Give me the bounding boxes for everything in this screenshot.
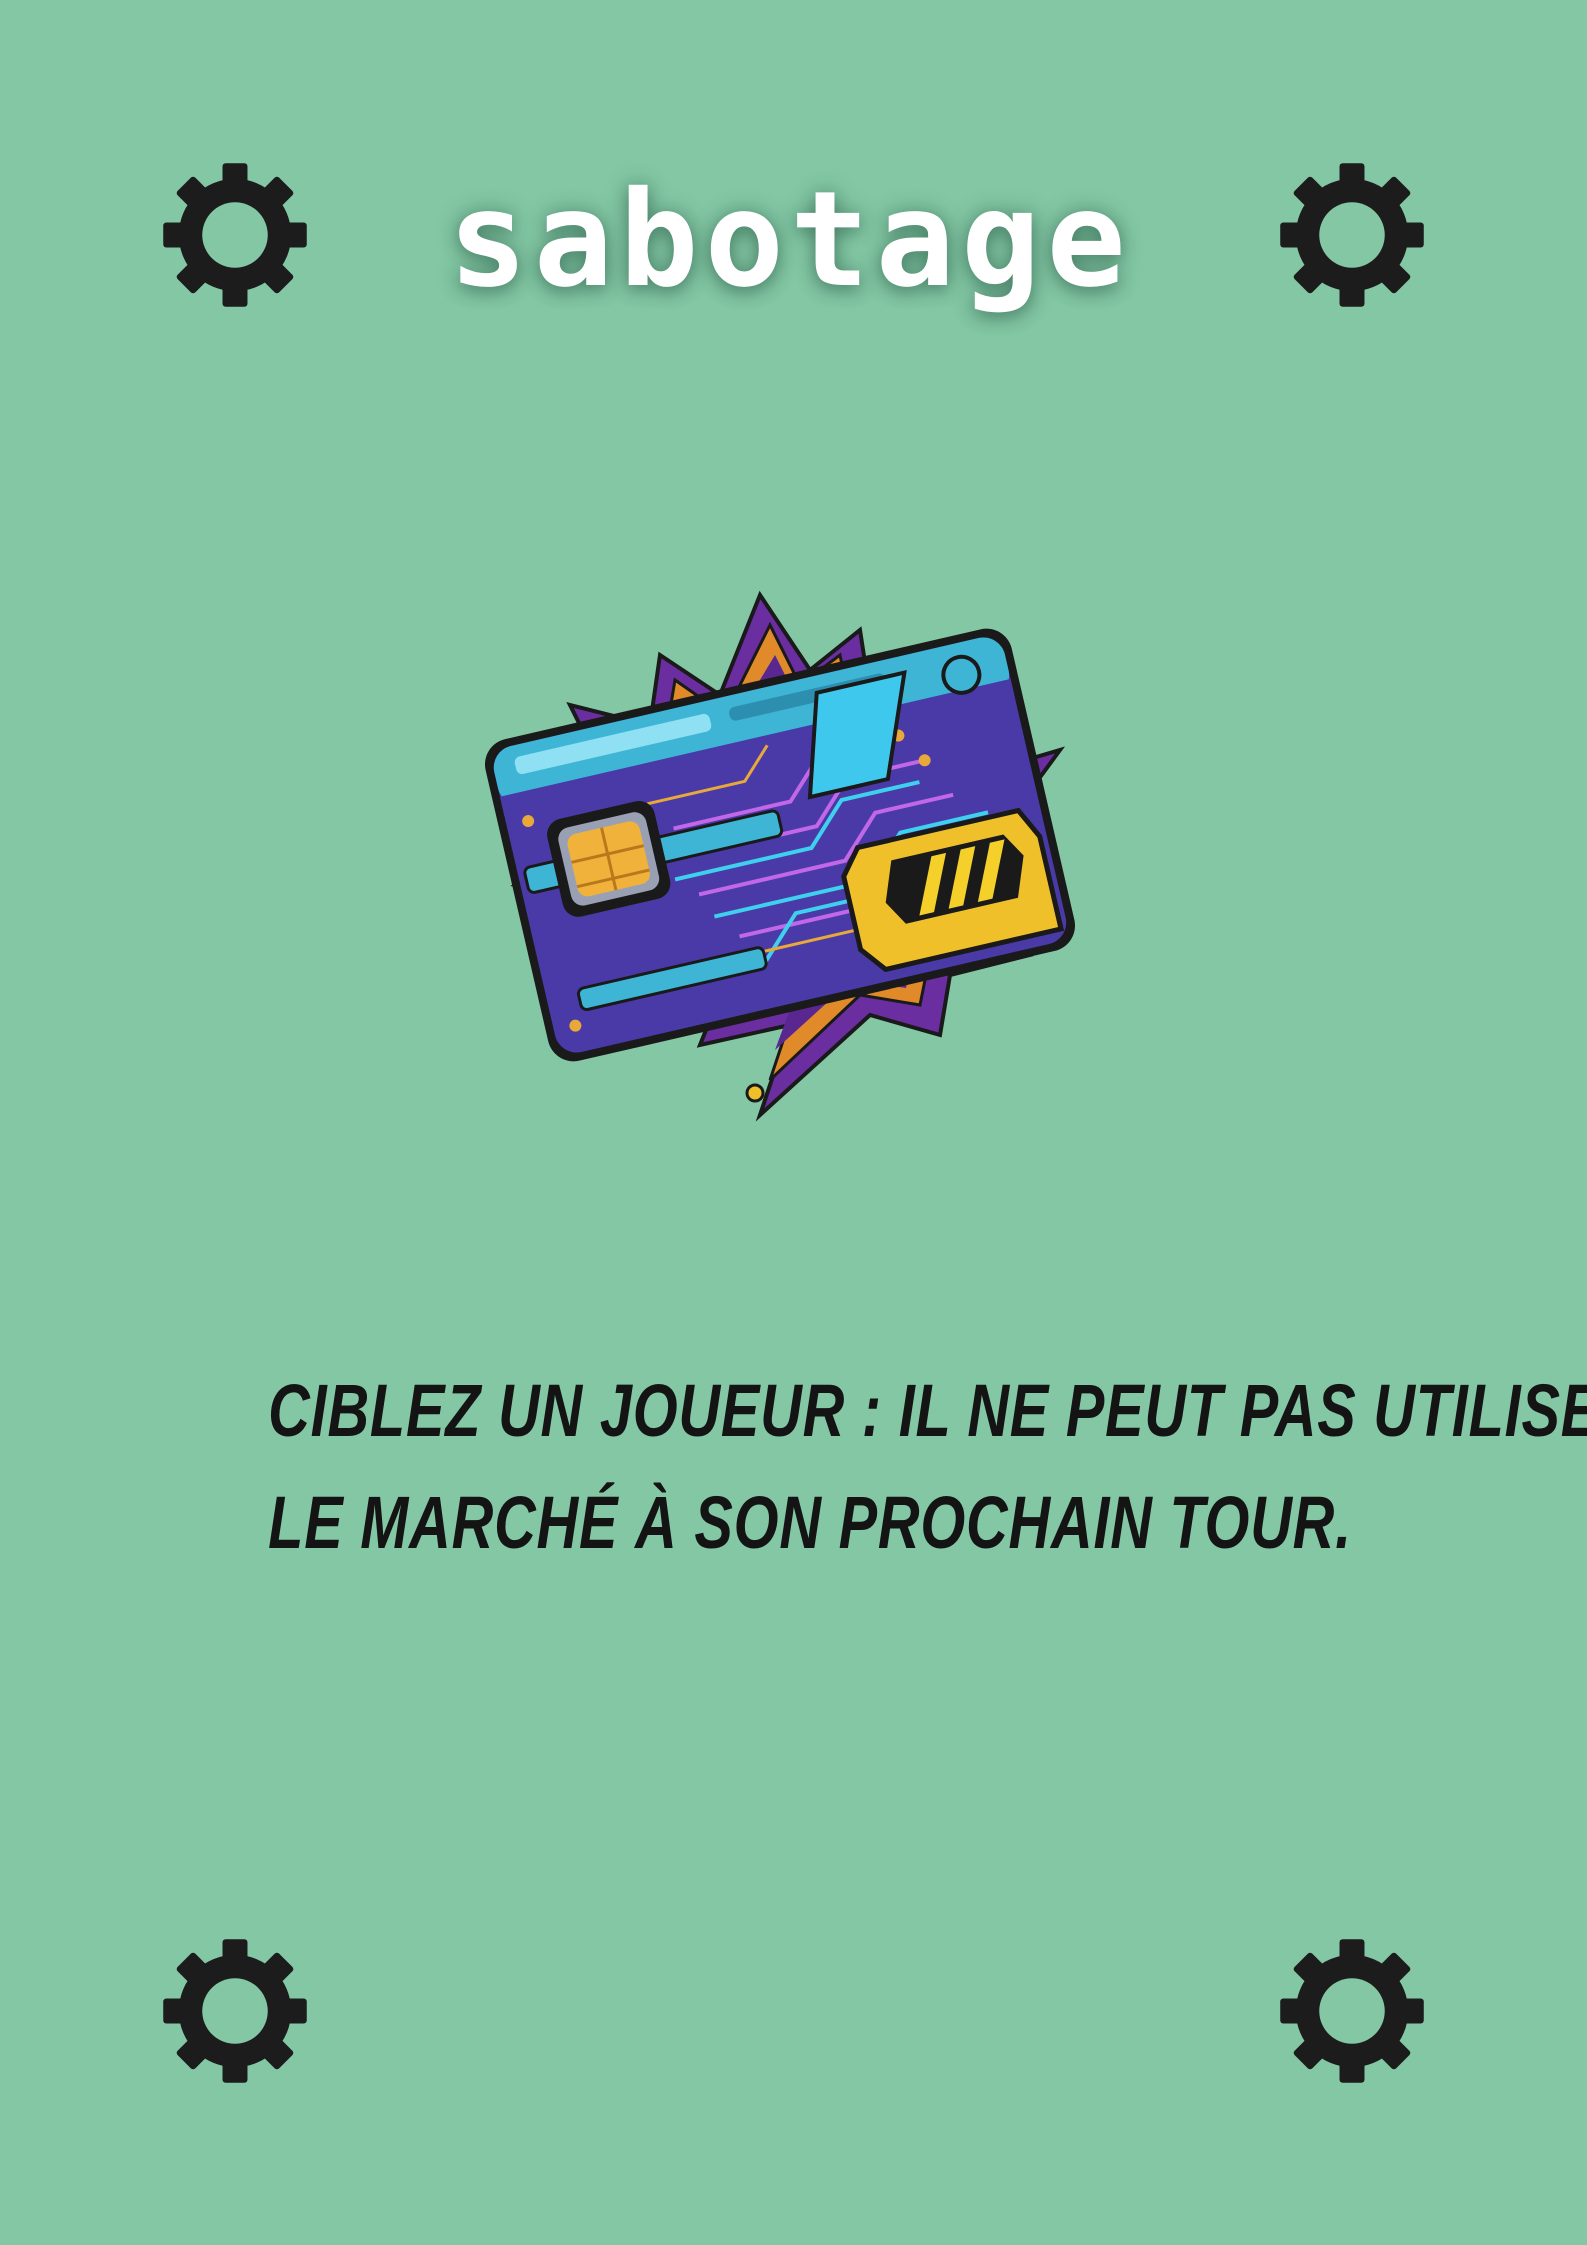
ability-line: CIBLEZ UN JOUEUR : IL NE PEUT PAS UTILIS… bbox=[268, 1369, 1587, 1452]
gear-icon bbox=[1274, 1933, 1430, 2089]
cyber-keycard-icon bbox=[450, 565, 1110, 1125]
gear-icon bbox=[1274, 157, 1430, 313]
card-title: SABOTAGE bbox=[448, 163, 1132, 317]
ability-text: CIBLEZ UN JOUEUR : IL NE PEUT PAS UTILIS… bbox=[120, 1355, 1587, 1579]
gear-icon bbox=[157, 1933, 313, 2089]
ability-line: LE MARCHÉ À SON PROCHAIN TOUR. bbox=[268, 1481, 1352, 1564]
gear-icon bbox=[157, 157, 313, 313]
game-card: SABOTAGE bbox=[0, 0, 1587, 2245]
